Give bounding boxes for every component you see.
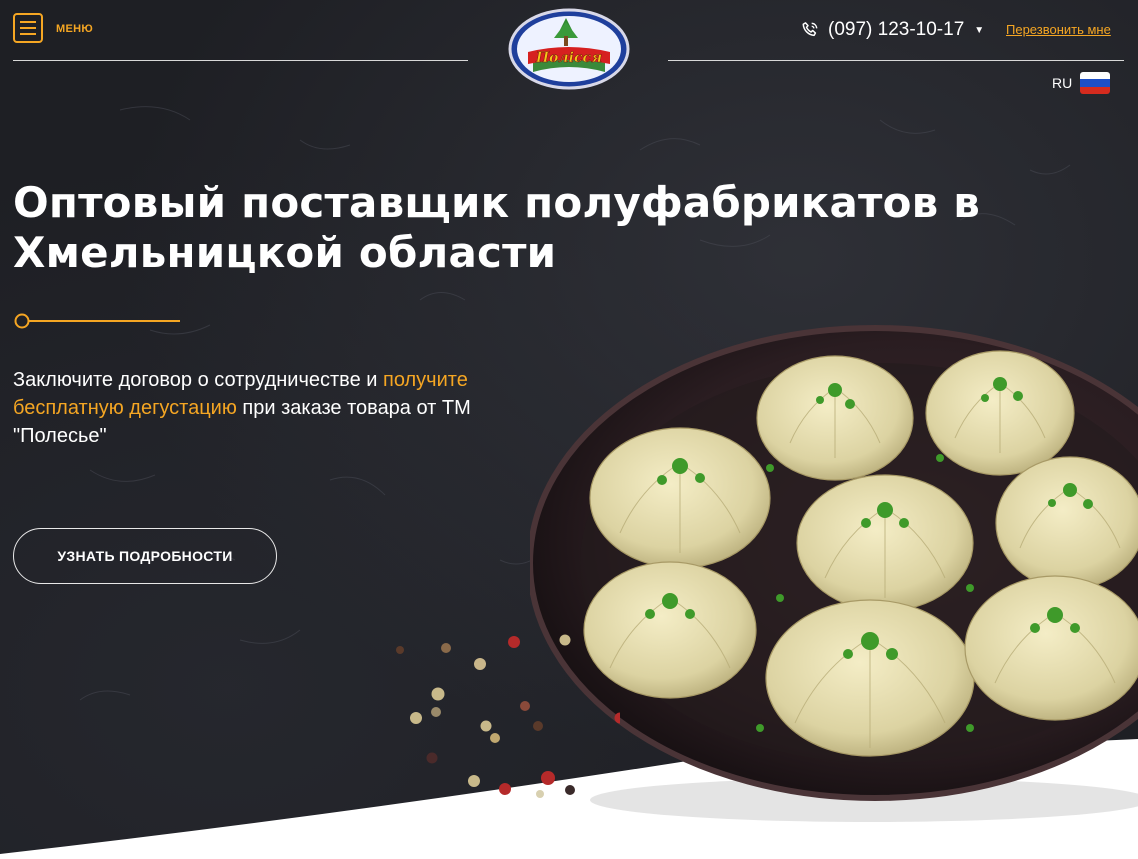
language-label: RU (1052, 75, 1073, 91)
peppercorns-decoration (396, 634, 620, 798)
flag-ru-icon (1080, 72, 1111, 94)
language-switcher[interactable]: RU (1052, 72, 1111, 94)
phone-icon (802, 22, 818, 37)
hero-title: Оптовый поставщик полуфабрикатов в Хмель… (13, 178, 981, 277)
hero-description: Заключите договор о сотрудничестве и пол… (13, 366, 483, 450)
header-divider-left (13, 60, 468, 61)
logo[interactable]: Полісся (508, 8, 630, 90)
menu-button[interactable] (13, 13, 43, 43)
phone-number: (097) 123-10-17 (828, 19, 965, 40)
decorative-divider (14, 313, 180, 329)
menu-label[interactable]: МЕНЮ (56, 23, 93, 35)
logo-text: Полісся (535, 50, 602, 66)
callback-link[interactable]: Перезвонить мне (1006, 22, 1111, 37)
learn-more-button[interactable]: УЗНАТЬ ПОДРОБНОСТИ (13, 528, 277, 584)
caret-down-icon[interactable]: ▼ (974, 25, 984, 36)
hero-text-before: Заключите договор о сотрудничестве и (13, 369, 383, 391)
header-divider-right (668, 60, 1124, 61)
phone-link[interactable]: (097) 123-10-17 ▼ (800, 18, 984, 42)
menu-icon (20, 21, 36, 23)
dumplings-plate-image (530, 325, 1138, 822)
